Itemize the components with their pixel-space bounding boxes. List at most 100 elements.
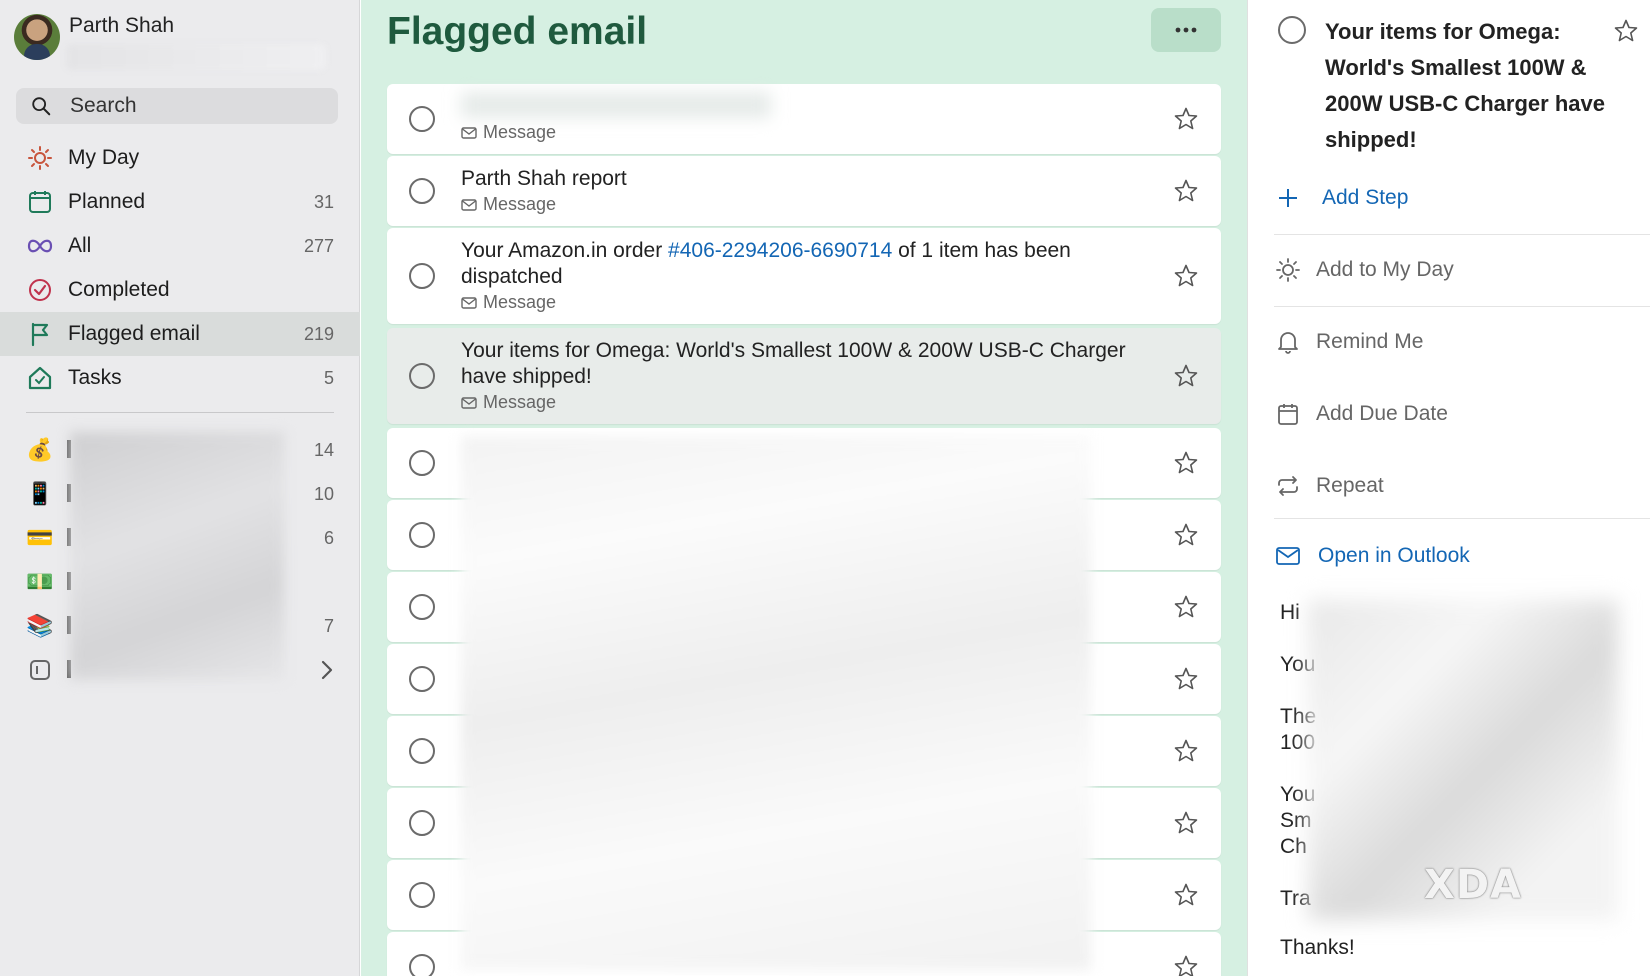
complete-circle-button[interactable]	[409, 594, 435, 620]
sidebar-item-tasks[interactable]: Tasks 5	[0, 356, 360, 400]
complete-circle-button[interactable]	[409, 666, 435, 692]
detail-title[interactable]: Your items for Omega: World's Smallest 1…	[1325, 14, 1605, 158]
user-email-redacted	[66, 44, 326, 70]
email-body-line: Tra	[1280, 887, 1311, 910]
complete-circle-button[interactable]	[409, 263, 435, 289]
task-title: Parth Shah report	[461, 167, 627, 190]
repeat-button[interactable]: Repeat	[1274, 464, 1634, 508]
lists-redacted-area	[70, 432, 284, 680]
sun-icon	[26, 144, 54, 172]
sidebar-item-count: 277	[303, 235, 334, 256]
repeat-icon	[1274, 472, 1302, 500]
mail-icon	[461, 198, 477, 211]
mail-icon	[461, 396, 477, 409]
task-row[interactable]: Message	[387, 84, 1221, 154]
star-icon[interactable]	[1173, 450, 1199, 476]
list-count: 6	[323, 528, 334, 548]
check-circle-icon	[26, 276, 54, 304]
chevron-right-icon[interactable]	[320, 660, 334, 685]
open-in-outlook-link[interactable]: Open in Outlook	[1274, 534, 1634, 578]
tasks-redacted-area	[461, 436, 1091, 970]
task-source: Message	[461, 292, 556, 313]
complete-circle-button[interactable]	[409, 450, 435, 476]
xda-watermark: XDA	[1424, 862, 1522, 908]
sidebar: Parth Shah Search My Day Planned 31 All …	[0, 0, 360, 976]
star-icon[interactable]	[1173, 954, 1199, 976]
task-source-label: Message	[483, 122, 557, 142]
add-due-date-label: Add Due Date	[1316, 402, 1448, 425]
star-icon[interactable]	[1173, 263, 1199, 289]
star-icon[interactable]	[1173, 363, 1199, 389]
sidebar-item-flagged-email[interactable]: Flagged email 219	[0, 312, 360, 356]
repeat-label: Repeat	[1316, 474, 1384, 497]
open-in-outlook-label: Open in Outlook	[1318, 544, 1470, 567]
complete-circle-button[interactable]	[409, 178, 435, 204]
sidebar-divider	[26, 412, 334, 413]
sidebar-item-planned[interactable]: Planned 31	[0, 180, 360, 224]
complete-circle-button[interactable]	[409, 363, 435, 389]
money-bag-icon: 💰	[26, 437, 54, 462]
sidebar-item-label: All	[68, 234, 92, 257]
complete-circle-button[interactable]	[409, 522, 435, 548]
sidebar-item-completed[interactable]: Completed	[0, 268, 360, 312]
list-count: 7	[323, 616, 334, 636]
complete-circle-button[interactable]	[409, 106, 435, 132]
sidebar-item-count: 31	[313, 191, 334, 212]
order-number-link[interactable]: #406-2294206-6690714	[668, 239, 892, 262]
star-icon[interactable]	[1173, 594, 1199, 620]
task-source: Message	[461, 194, 556, 215]
email-body-line: Thanks!	[1280, 936, 1355, 959]
phone-icon: 📱	[26, 481, 54, 506]
search-input[interactable]: Search	[16, 88, 338, 124]
user-name[interactable]: Parth Shah	[69, 14, 174, 38]
task-title: Your Amazon.in order #406-2294206-669071…	[461, 238, 1161, 290]
bell-icon	[1274, 328, 1302, 356]
search-icon	[32, 97, 51, 116]
plus-icon	[1274, 184, 1302, 212]
task-source: Message	[461, 392, 556, 413]
home-icon	[26, 364, 54, 392]
remind-me-label: Remind Me	[1316, 330, 1424, 353]
books-icon: 📚	[26, 613, 54, 638]
task-row[interactable]: Your Amazon.in order #406-2294206-669071…	[387, 228, 1221, 324]
complete-circle-button[interactable]	[409, 738, 435, 764]
complete-circle-button[interactable]	[1278, 16, 1306, 44]
task-title-redacted	[461, 92, 771, 118]
sidebar-item-my-day[interactable]: My Day	[0, 136, 360, 180]
flag-icon	[26, 320, 54, 348]
group-icon	[26, 656, 54, 684]
star-icon[interactable]	[1173, 666, 1199, 692]
star-icon[interactable]	[1173, 882, 1199, 908]
complete-circle-button[interactable]	[409, 954, 435, 976]
task-source: Message	[461, 122, 556, 143]
star-icon[interactable]	[1173, 106, 1199, 132]
add-to-my-day-button[interactable]: Add to My Day	[1274, 248, 1634, 292]
search-placeholder: Search	[70, 94, 137, 117]
task-row-selected[interactable]: Your items for Omega: World's Smallest 1…	[387, 328, 1221, 424]
star-icon[interactable]	[1173, 810, 1199, 836]
sun-icon	[1274, 256, 1302, 284]
add-step-button[interactable]: Add Step	[1274, 176, 1634, 220]
task-row[interactable]: Parth Shah report Message	[387, 156, 1221, 226]
more-options-button[interactable]	[1151, 8, 1221, 52]
divider	[1274, 518, 1650, 519]
complete-circle-button[interactable]	[409, 810, 435, 836]
page-title: Flagged email	[387, 10, 648, 53]
star-icon[interactable]	[1613, 18, 1639, 44]
complete-circle-button[interactable]	[409, 882, 435, 908]
add-due-date-button[interactable]: Add Due Date	[1274, 392, 1634, 436]
divider	[1274, 234, 1650, 235]
avatar[interactable]	[14, 14, 60, 60]
banknote-icon: 💵	[26, 569, 54, 594]
sidebar-item-all[interactable]: All 277	[0, 224, 360, 268]
star-icon[interactable]	[1173, 178, 1199, 204]
sidebar-item-label: Planned	[68, 190, 146, 213]
star-icon[interactable]	[1173, 738, 1199, 764]
remind-me-button[interactable]: Remind Me	[1274, 320, 1634, 364]
sidebar-item-label: Completed	[68, 278, 170, 301]
sidebar-item-label: Tasks	[68, 366, 122, 389]
star-icon[interactable]	[1173, 522, 1199, 548]
detail-pane: Your items for Omega: World's Smallest 1…	[1247, 0, 1650, 976]
email-body-line: Hi	[1280, 601, 1300, 624]
mail-icon	[1274, 542, 1302, 570]
